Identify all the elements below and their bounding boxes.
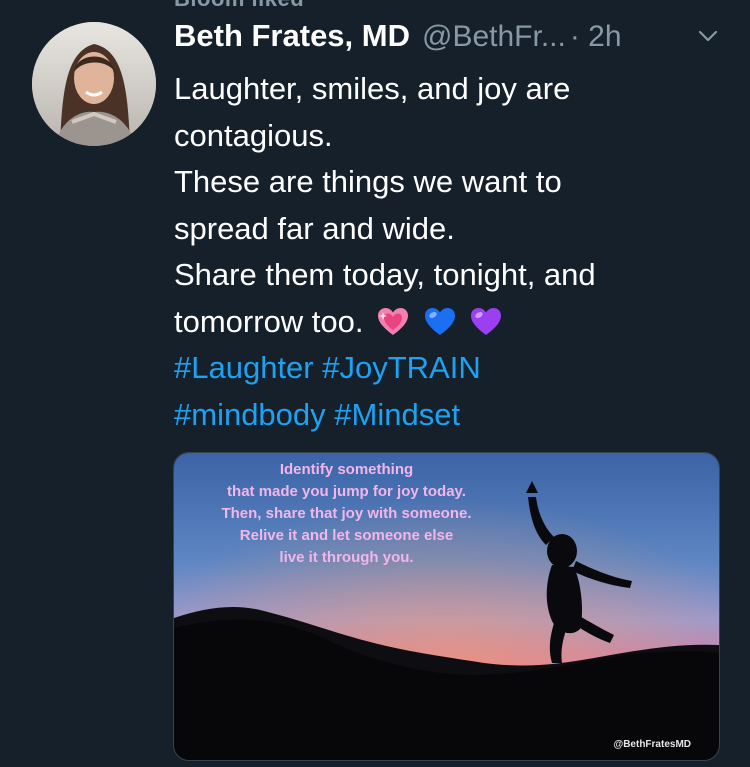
tweet-text-line: These are things we want to [174, 164, 562, 199]
chevron-down-icon[interactable] [696, 24, 720, 48]
tweet-header: Beth Frates, MD @BethFr... · 2h [174, 18, 730, 58]
tweet-text-line-with-emoji: tomorrow too. [174, 299, 734, 346]
quote-line: Identify something [279, 461, 414, 478]
image-quote-text: Identify something that made you jump fo… [174, 459, 519, 569]
tweet-text: Laughter, smiles, and joy are contagious… [174, 66, 734, 438]
image-watermark: @BethFratesMD [613, 739, 691, 750]
tweet-media-image[interactable]: Identify something that made you jump fo… [173, 452, 720, 761]
tweet-text-line: Laughter, smiles, and joy are [174, 71, 571, 106]
quote-line: live it through you. [279, 549, 414, 566]
author-handle[interactable]: @BethFr... [422, 20, 566, 54]
avatar-photo [32, 22, 156, 146]
quote-line: Relive it and let someone else [239, 527, 454, 544]
tweet-text-line: tomorrow too. [174, 303, 364, 339]
author-name[interactable]: Beth Frates, MD [174, 18, 410, 54]
quote-line: Then, share that joy with someone. [221, 505, 472, 522]
tweet-time[interactable]: · 2h [570, 20, 622, 54]
tweet-text-line: spread far and wide. [174, 210, 455, 246]
hashtags-line[interactable]: #Laughter #JoyTRAIN [174, 345, 734, 392]
blue-heart-icon [424, 307, 455, 335]
sparkling-heart-icon [378, 307, 409, 335]
quote-line: that made you jump for joy today. [227, 483, 466, 500]
tweet-text-line: Share them today, tonight, and [174, 257, 596, 292]
purple-heart-icon [471, 307, 502, 335]
tweet-text-line: contagious. [174, 117, 333, 153]
avatar[interactable] [32, 22, 156, 146]
liked-banner: Bloom liked [174, 0, 304, 12]
hashtags-line[interactable]: #mindbody #Mindset [174, 392, 734, 439]
